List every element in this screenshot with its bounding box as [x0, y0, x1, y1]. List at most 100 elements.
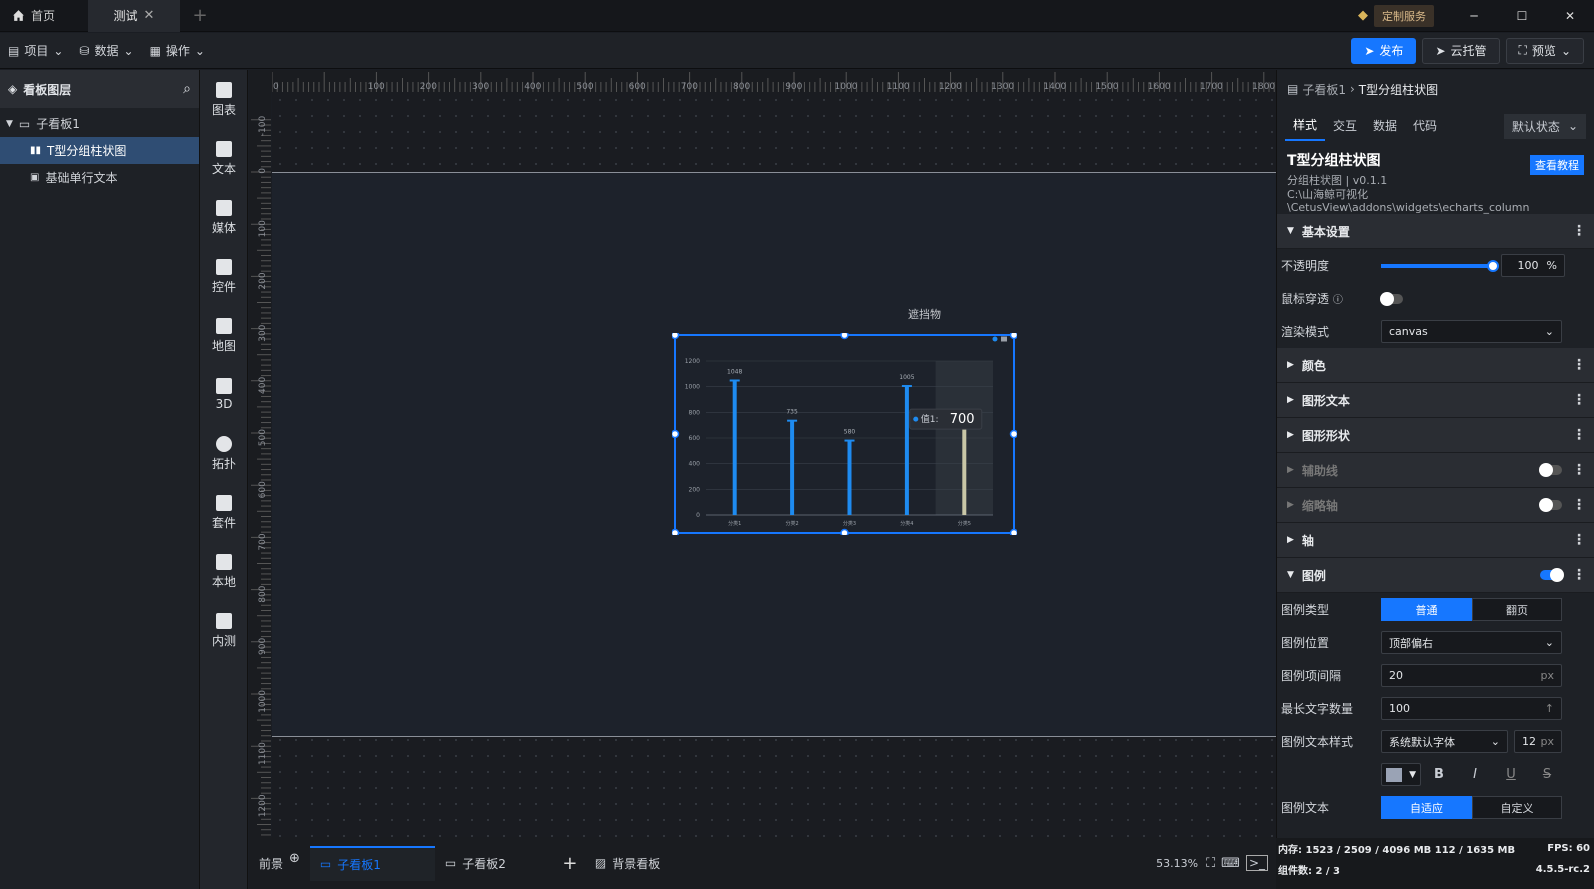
- resize-handle[interactable]: [840, 333, 849, 340]
- more-icon[interactable]: ⋮: [1572, 497, 1586, 513]
- chart-widget[interactable]: 0 200 400 600 800 1000 1200 1048 分类1 735 分类2 580 分类3…: [672, 333, 1017, 535]
- tutorial-button[interactable]: 查看教程: [1530, 155, 1584, 175]
- widget-chart[interactable]: 图表: [200, 70, 248, 129]
- widget-map[interactable]: 地图: [200, 306, 248, 365]
- underline-icon[interactable]: U: [1493, 767, 1529, 782]
- legend-text-auto[interactable]: 自适应: [1381, 796, 1472, 819]
- text-color-picker[interactable]: ▼: [1381, 763, 1421, 786]
- minimize-icon[interactable]: ─: [1450, 9, 1498, 23]
- tab-style[interactable]: 样式: [1285, 111, 1326, 141]
- more-icon[interactable]: ⋮: [1572, 392, 1586, 408]
- caret-down-icon[interactable]: ▼: [6, 119, 13, 129]
- breadcrumb-parent[interactable]: 子看板1: [1302, 81, 1346, 98]
- keyboard-icon[interactable]: ⌨: [1221, 856, 1240, 871]
- opacity-slider[interactable]: [1381, 259, 1499, 272]
- widget-media[interactable]: 媒体: [200, 188, 248, 247]
- tab-data[interactable]: 数据: [1365, 112, 1405, 140]
- more-icon[interactable]: ⋮: [1572, 223, 1586, 239]
- tab-code[interactable]: 代码: [1405, 112, 1445, 140]
- search-icon[interactable]: ⌕: [183, 81, 191, 97]
- add-board-icon[interactable]: +: [555, 853, 585, 874]
- tab-board2[interactable]: ▭ 子看板2: [435, 846, 555, 881]
- resize-handle[interactable]: [1009, 333, 1018, 340]
- widget-beta[interactable]: 内测: [200, 601, 248, 660]
- bar[interactable]: [732, 380, 737, 515]
- opacity-input[interactable]: 100%: [1501, 254, 1565, 277]
- font-size-input[interactable]: 12 px: [1514, 730, 1562, 753]
- more-icon[interactable]: ⋮: [1572, 567, 1586, 583]
- menu-data[interactable]: ⛁ 数据 ⌄: [71, 33, 141, 69]
- layer-item-text[interactable]: ▣ 基础单行文本: [0, 164, 199, 191]
- tab-board1[interactable]: ▭ 子看板1: [309, 845, 435, 881]
- layer-board[interactable]: ▼ ▭ 子看板1: [0, 110, 199, 137]
- editor-canvas[interactable]: 遮挡物 0 200 400 600 800 1000 1200 1048 分类1 735 分类2 58…: [272, 92, 1276, 837]
- bar[interactable]: [790, 420, 795, 515]
- resize-handle[interactable]: [672, 333, 680, 340]
- tab-background[interactable]: ▨ 背景看板: [585, 846, 670, 881]
- legend-type-normal[interactable]: 普通: [1381, 598, 1472, 621]
- zoom-value[interactable]: 53.13%: [1156, 857, 1198, 870]
- section-color[interactable]: ▶ 颜色 ⋮: [1277, 348, 1594, 383]
- fit-screen-icon[interactable]: ⛶: [1206, 856, 1215, 871]
- cloud-button[interactable]: ➤ 云托管: [1422, 37, 1500, 64]
- tab-home[interactable]: 首页: [0, 0, 88, 32]
- legend-item[interactable]: [1001, 336, 1007, 342]
- resize-handle[interactable]: [840, 528, 849, 536]
- bar[interactable]: [962, 425, 967, 515]
- more-icon[interactable]: ⋮: [1572, 357, 1586, 373]
- board-area[interactable]: 遮挡物 0 200 400 600 800 1000 1200 1048 分类1 735 分类2 58…: [272, 172, 1276, 737]
- more-icon[interactable]: ⋮: [1572, 427, 1586, 443]
- terminal-icon[interactable]: >_: [1245, 855, 1268, 871]
- section-basic[interactable]: ▼ 基本设置 ⋮: [1277, 214, 1594, 249]
- add-circle-icon[interactable]: ⊕: [289, 851, 300, 866]
- resize-handle[interactable]: [672, 528, 680, 536]
- bold-icon[interactable]: B: [1421, 767, 1457, 782]
- bar[interactable]: [847, 440, 852, 515]
- menu-project[interactable]: ▤ 项目 ⌄: [0, 33, 71, 69]
- section-thumb-axis[interactable]: ▶ 缩略轴 ⋮: [1277, 488, 1594, 523]
- italic-icon[interactable]: I: [1457, 767, 1493, 782]
- render-mode-select[interactable]: canvas ⌄: [1381, 320, 1562, 343]
- close-tab-icon[interactable]: ✕: [144, 8, 155, 23]
- maximize-icon[interactable]: ☐: [1498, 9, 1546, 23]
- custom-service-button[interactable]: 定制服务: [1374, 4, 1434, 27]
- thumb-axis-toggle[interactable]: [1539, 498, 1562, 512]
- section-graphic-text[interactable]: ▶ 图形文本 ⋮: [1277, 383, 1594, 418]
- legend-type-page[interactable]: 翻页: [1472, 598, 1562, 621]
- resize-handle[interactable]: [672, 429, 680, 439]
- widget-3d[interactable]: 3D: [200, 365, 248, 424]
- section-legend[interactable]: ▼ 图例 ⋮: [1277, 558, 1594, 593]
- legend-text-custom[interactable]: 自定义: [1472, 796, 1562, 819]
- section-aux-line[interactable]: ▶ 辅助线 ⋮: [1277, 453, 1594, 488]
- more-icon[interactable]: ⋮: [1572, 462, 1586, 478]
- bar[interactable]: [904, 386, 909, 515]
- window-close-icon[interactable]: ✕: [1546, 9, 1594, 23]
- menu-operate[interactable]: ▦ 操作 ⌄: [142, 33, 213, 69]
- publish-button[interactable]: ➤ 发布: [1351, 37, 1417, 64]
- preview-button[interactable]: ⛶ 预览 ⌄: [1505, 37, 1584, 64]
- aux-line-toggle[interactable]: [1539, 463, 1562, 477]
- resize-handle[interactable]: [1009, 429, 1018, 439]
- widget-control[interactable]: 控件: [200, 247, 248, 306]
- tab-interact[interactable]: 交互: [1325, 112, 1365, 140]
- widget-text[interactable]: 文本: [200, 129, 248, 188]
- widget-local[interactable]: 本地: [200, 542, 248, 601]
- legend-pos-select[interactable]: 顶部偏右 ⌄: [1381, 631, 1562, 654]
- state-select[interactable]: 默认状态 ⌄: [1503, 113, 1586, 139]
- font-select[interactable]: 系统默认字体 ⌄: [1381, 730, 1508, 753]
- resize-handle[interactable]: [1009, 528, 1018, 536]
- arrow-up-icon[interactable]: ↑: [1545, 702, 1554, 715]
- more-icon[interactable]: ⋮: [1572, 532, 1586, 548]
- max-chars-input[interactable]: 100 ↑: [1381, 697, 1562, 720]
- widget-kit[interactable]: 套件: [200, 483, 248, 542]
- mouse-through-toggle[interactable]: [1380, 291, 1403, 306]
- legend-toggle[interactable]: [1540, 568, 1564, 582]
- layer-item-chart[interactable]: ▮▮ T型分组柱状图: [0, 137, 199, 164]
- legend-gap-input[interactable]: 20 px: [1381, 664, 1562, 687]
- opacity-slider-knob[interactable]: [1487, 259, 1499, 272]
- section-graphic-shape[interactable]: ▶ 图形形状 ⋮: [1277, 418, 1594, 453]
- tab-front[interactable]: 前景 ⊕: [249, 846, 310, 881]
- section-axis[interactable]: ▶ 轴 ⋮: [1277, 523, 1594, 558]
- strikethrough-icon[interactable]: S: [1529, 767, 1565, 782]
- widget-topology[interactable]: 拓扑: [200, 424, 248, 483]
